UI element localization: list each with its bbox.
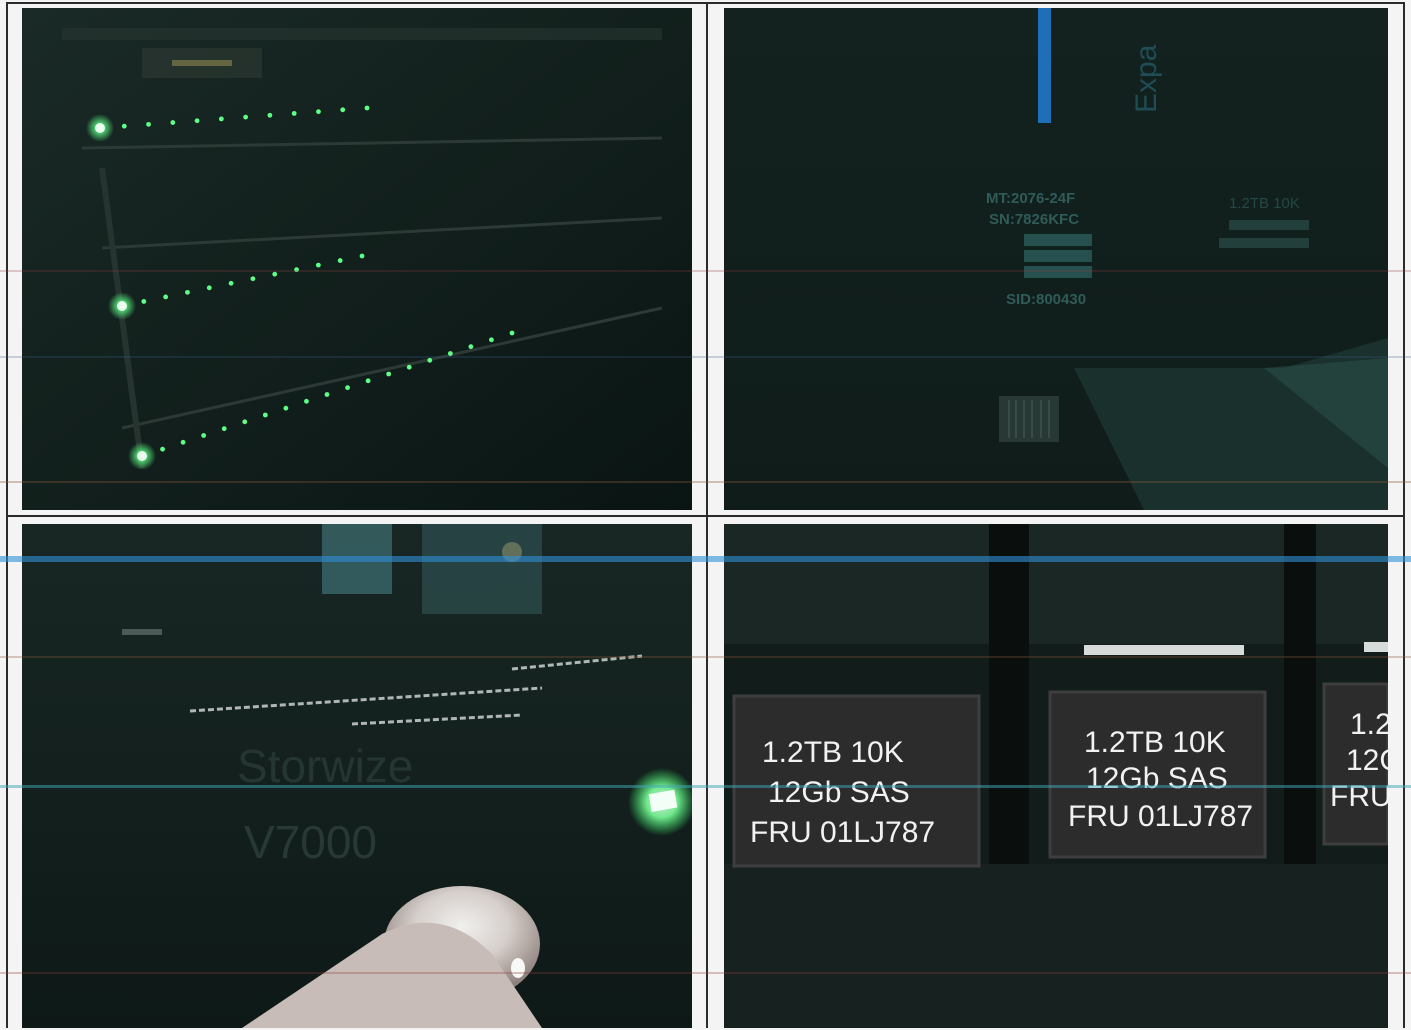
- drive-3-capacity: 1.2: [1350, 708, 1388, 741]
- blue-accent-bar: [1038, 8, 1051, 123]
- green-led: [201, 433, 207, 438]
- green-led: [160, 446, 165, 452]
- grid-rule-left: [6, 2, 8, 1028]
- photo-storwize-bezel: Storwize V7000: [22, 524, 692, 1028]
- green-led: [365, 378, 371, 384]
- enclosure-vertical-label: Expa: [1130, 44, 1163, 113]
- green-led: [262, 412, 268, 418]
- drive-1-interface: 12Gb SAS: [768, 776, 910, 809]
- scan-artifact-line: [0, 270, 1411, 272]
- serial-number-text: SN:7826KFC: [989, 211, 1079, 228]
- green-led: [267, 112, 273, 118]
- green-led: [406, 364, 412, 370]
- green-led: [386, 371, 392, 377]
- green-led: [250, 276, 256, 282]
- scan-artifact-line: [0, 972, 1411, 974]
- green-led: [170, 120, 176, 125]
- green-led: [95, 123, 105, 133]
- green-led: [315, 262, 321, 268]
- storwize-bezel-image: Storwize V7000: [22, 524, 692, 1028]
- enclosure-label-image: Expa MT:2076-24F SN:7826KFC SID:800430 1…: [724, 8, 1388, 510]
- drive-3-interface: 12G: [1346, 744, 1388, 777]
- green-led: [272, 271, 278, 277]
- photo-enclosure-label: Expa MT:2076-24F SN:7826KFC SID:800430 1…: [724, 8, 1388, 510]
- brand-model-text: V7000: [244, 816, 377, 868]
- scan-artifact-line: [0, 656, 1411, 658]
- green-led: [316, 109, 321, 115]
- drive-2-capacity: 1.2TB 10K: [1084, 726, 1226, 759]
- green-led: [509, 330, 515, 336]
- green-led: [163, 294, 169, 300]
- photo-rack-leds: [22, 8, 692, 510]
- machine-type-text: MT:2076-24F: [986, 190, 1075, 207]
- grid-rule-middle-vertical: [706, 2, 708, 1028]
- drive-1-fru: FRU 01LJ787: [750, 816, 935, 849]
- drive-1-capacity: 1.2TB 10K: [762, 736, 904, 769]
- green-led: [185, 289, 190, 295]
- green-led: [345, 385, 350, 391]
- photo-drive-labels: 1.2TB 10K 12Gb SAS FRU 01LJ787 1.2TB 10K…: [724, 524, 1388, 1028]
- green-led: [221, 426, 227, 432]
- green-led: [337, 258, 343, 263]
- scan-artifact-line: [0, 481, 1411, 483]
- scan-artifact-line: [0, 356, 1411, 358]
- green-led: [194, 118, 200, 124]
- green-led: [141, 299, 147, 304]
- green-led: [283, 405, 289, 411]
- drive-2-fru: FRU 01LJ787: [1068, 800, 1253, 833]
- sid-text: SID:800430: [1006, 291, 1086, 308]
- green-led: [364, 105, 370, 111]
- grid-rule-right: [1403, 2, 1405, 1028]
- green-led: [304, 398, 309, 404]
- green-led: [121, 123, 127, 129]
- rack-leds-image: [22, 8, 692, 510]
- green-led: [228, 280, 234, 286]
- green-led: [340, 107, 346, 113]
- scanned-page: Expa MT:2076-24F SN:7826KFC SID:800430 1…: [0, 0, 1411, 1030]
- green-led: [180, 439, 186, 445]
- green-led: [324, 392, 330, 397]
- capacity-text: 1.2TB 10K: [1229, 195, 1300, 212]
- green-led: [468, 344, 474, 350]
- green-led: [291, 111, 297, 116]
- green-led: [206, 285, 212, 291]
- green-led: [243, 114, 249, 120]
- green-led: [242, 419, 248, 425]
- drive-2-interface: 12Gb SAS: [1086, 762, 1228, 795]
- green-led: [117, 301, 127, 311]
- scan-artifact-line: [0, 785, 1411, 788]
- drive-labels-image: 1.2TB 10K 12Gb SAS FRU 01LJ787 1.2TB 10K…: [724, 524, 1388, 1028]
- green-led: [137, 451, 147, 461]
- green-led: [489, 337, 494, 343]
- green-led: [218, 116, 224, 122]
- green-led: [427, 357, 433, 363]
- green-led: [146, 121, 151, 127]
- scan-artifact-line: [0, 556, 1411, 562]
- green-led: [359, 253, 365, 259]
